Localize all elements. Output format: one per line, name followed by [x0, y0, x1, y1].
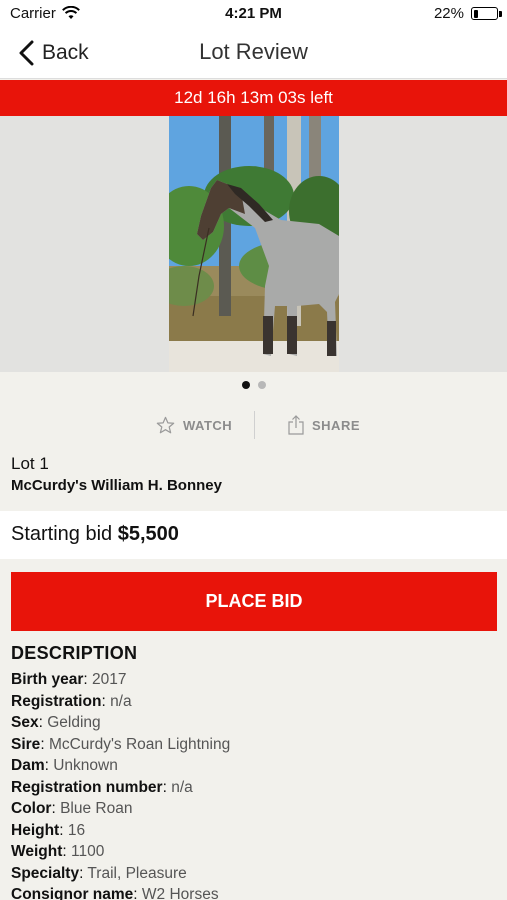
- watch-label: WATCH: [183, 417, 233, 433]
- battery-tip: [499, 11, 502, 17]
- star-icon: [156, 416, 175, 433]
- description-key: Color: [11, 800, 52, 817]
- starting-bid-row: Starting bid $5,500: [0, 511, 507, 559]
- description-key: Sex: [11, 714, 39, 731]
- description-value: Trail, Pleasure: [87, 864, 187, 882]
- description-value: W2 Horses: [141, 886, 219, 900]
- description-key: Sire: [11, 735, 41, 753]
- description-row: Color: Blue Roan: [11, 800, 133, 817]
- description-key: Weight: [11, 843, 63, 860]
- description-value: Unknown: [53, 757, 118, 774]
- description-key: Height: [11, 821, 60, 839]
- actions-divider: [254, 411, 255, 439]
- share-button[interactable]: SHARE: [288, 410, 360, 440]
- description-row: Consignor name: W2 Horses: [11, 884, 501, 900]
- countdown-timer: 12d 16h 13m 03s left: [0, 80, 507, 116]
- horse-image: [169, 116, 339, 372]
- navigation-bar: Back Lot Review: [0, 28, 507, 79]
- horse-photo[interactable]: [169, 116, 339, 372]
- starting-bid-label: Starting bid: [11, 523, 113, 545]
- description-key: Consignor name: [11, 886, 134, 900]
- lot-name: McCurdy's William H. Bonney: [11, 477, 222, 494]
- description-row: Specialty: Trail, Pleasure: [11, 864, 187, 882]
- description-row: Registration: n/a: [11, 692, 132, 710]
- description-value: Blue Roan: [60, 800, 133, 817]
- description-row: Height: 16: [11, 821, 86, 839]
- description-row: Sex: Gelding: [11, 714, 101, 731]
- status-bar: Carrier 4:21 PM 22%: [0, 0, 507, 28]
- description-key: Registration: [11, 692, 102, 710]
- description-key: Registration number: [11, 778, 163, 796]
- starting-bid: Starting bid $5,500: [11, 523, 179, 546]
- description-row: Weight: 1100: [11, 843, 105, 860]
- description-value: n/a: [171, 778, 193, 796]
- description-key: Birth year: [11, 671, 84, 688]
- share-label: SHARE: [312, 417, 361, 433]
- starting-bid-amount: $5,500: [117, 523, 179, 545]
- description-row: Registration number: n/a: [11, 778, 193, 796]
- photo-gallery[interactable]: [0, 116, 507, 372]
- description-value: n/a: [110, 692, 132, 710]
- pagination-dot[interactable]: [257, 381, 266, 389]
- description-key: Specialty: [11, 864, 80, 882]
- description-value: Gelding: [47, 714, 101, 731]
- lot-number: Lot 1: [11, 454, 49, 473]
- place-bid-button[interactable]: PLACE BID: [11, 572, 497, 631]
- battery-percent: 22%: [433, 5, 464, 22]
- gallery-pagination[interactable]: [0, 381, 507, 389]
- description-section: DESCRIPTION Birth year: 2017 Registration…: [11, 643, 501, 900]
- description-heading: DESCRIPTION: [11, 643, 138, 663]
- description-list: Birth year: 2017 Registration: n/a Sex: Ge…: [11, 669, 501, 900]
- share-icon: [288, 415, 304, 435]
- description-row: Dam: Unknown: [11, 757, 118, 774]
- description-key: Dam: [11, 757, 45, 774]
- description-value: 2017: [92, 671, 127, 688]
- page-title: Lot Review: [199, 39, 308, 64]
- description-value: 16: [67, 821, 86, 839]
- description-value: 1100: [71, 843, 105, 860]
- description-value: McCurdy's Roan Lightning: [48, 735, 231, 753]
- watch-button[interactable]: WATCH: [156, 410, 232, 440]
- clock: 4:21 PM: [225, 5, 282, 22]
- pagination-dot[interactable]: [241, 381, 250, 389]
- battery-icon: [471, 7, 498, 20]
- description-row: Birth year: 2017: [11, 671, 127, 688]
- lot-actions: WATCH SHARE: [0, 410, 507, 440]
- description-row: Sire: McCurdy's Roan Lightning: [11, 735, 231, 753]
